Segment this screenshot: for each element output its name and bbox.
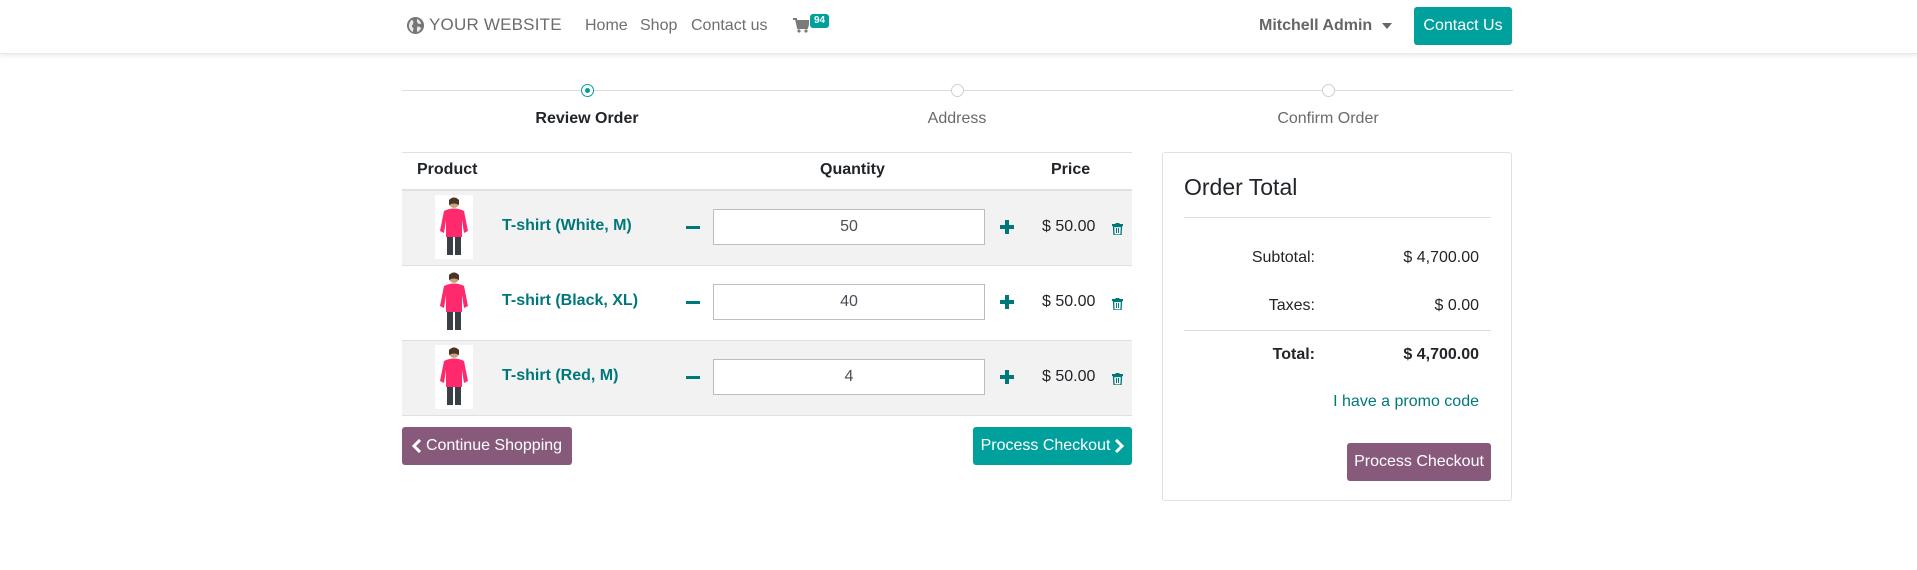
subtotal-label: Subtotal: [1251, 249, 1315, 266]
nav-link-contact[interactable]: Contact us [691, 17, 767, 35]
step-dot-review [581, 84, 594, 97]
total-value: $ 4,700.00 [1403, 346, 1479, 363]
taxes-value: $ 0.00 [1434, 297, 1479, 314]
cart-table: Product Quantity Price T-shirt (White, M… [402, 152, 1132, 416]
brand-logo[interactable]: YOUR WEBSITE [406, 15, 562, 35]
product-price: $ 50.00 [1042, 368, 1096, 385]
cart-count-badge: 94 [810, 14, 830, 28]
total-divider [1184, 330, 1491, 331]
nav-link-shop[interactable]: Shop [640, 17, 677, 35]
nav-link-home[interactable]: Home [585, 17, 628, 35]
user-menu[interactable]: Mitchell Admin [1259, 17, 1393, 35]
header-quantity: Quantity [820, 161, 885, 178]
taxes-label: Taxes: [1268, 297, 1315, 314]
tshirt-image [440, 272, 468, 330]
subtotal-value: $ 4,700.00 [1403, 249, 1479, 266]
header-price: Price [1051, 161, 1091, 178]
user-name: Mitchell Admin [1259, 17, 1373, 34]
trash-icon[interactable] [1112, 372, 1123, 390]
top-navbar: YOUR WEBSITE Home Shop Contact us 94 Mit… [0, 0, 1917, 54]
cart-table-header: Product Quantity Price [402, 152, 1132, 191]
increase-quantity-button[interactable] [1000, 220, 1014, 234]
quantity-input[interactable] [713, 209, 985, 245]
brand-name: YOUR WEBSITE [429, 15, 562, 34]
tshirt-image [440, 197, 468, 255]
header-product: Product [417, 161, 478, 178]
product-thumbnail[interactable] [435, 270, 473, 334]
card-divider [1184, 217, 1491, 218]
step-address[interactable]: Address [928, 110, 987, 128]
product-name-link[interactable]: T-shirt (Black, XL) [502, 292, 638, 310]
decrease-quantity-button[interactable] [686, 301, 700, 304]
continue-shopping-label: Continue Shopping [425, 437, 563, 454]
process-checkout-label: Process Checkout [980, 437, 1111, 454]
promo-code-link[interactable]: I have a promo code [1333, 393, 1479, 411]
product-thumbnail[interactable] [435, 195, 473, 259]
order-total-card: Order Total Subtotal: $ 4,700.00 Taxes: … [1162, 152, 1512, 501]
tshirt-image [440, 347, 468, 405]
trash-icon[interactable] [1112, 297, 1123, 315]
step-confirm-order[interactable]: Confirm Order [1277, 110, 1378, 128]
product-price: $ 50.00 [1042, 218, 1096, 235]
step-review-order: Review Order [535, 110, 639, 127]
process-checkout-button[interactable]: Process Checkout [973, 427, 1132, 465]
product-name-link[interactable]: T-shirt (White, M) [502, 217, 632, 235]
quantity-input[interactable] [713, 359, 985, 395]
cart-row: T-shirt (Black, XL) $ 50.00 [402, 266, 1132, 341]
product-price: $ 50.00 [1042, 293, 1096, 310]
cart-link[interactable] [793, 18, 811, 38]
shopping-cart-icon [793, 18, 811, 33]
increase-quantity-button[interactable] [1000, 295, 1014, 309]
cart-row: T-shirt (White, M) $ 50.00 [402, 191, 1132, 266]
decrease-quantity-button[interactable] [686, 376, 700, 379]
card-process-checkout-button[interactable]: Process Checkout [1347, 443, 1491, 481]
cart-row: T-shirt (Red, M) $ 50.00 [402, 341, 1132, 416]
quantity-input[interactable] [713, 284, 985, 320]
contact-us-button[interactable]: Contact Us [1414, 7, 1512, 45]
order-total-title: Order Total [1184, 174, 1298, 200]
increase-quantity-button[interactable] [1000, 370, 1014, 384]
caret-down-icon [1382, 23, 1393, 29]
step-dot-address [951, 84, 964, 97]
chevron-left-icon [411, 439, 421, 453]
continue-shopping-button[interactable]: Continue Shopping [402, 427, 572, 465]
decrease-quantity-button[interactable] [686, 226, 700, 229]
product-name-link[interactable]: T-shirt (Red, M) [502, 367, 618, 385]
chevron-right-icon [1115, 439, 1125, 453]
globe-icon [406, 16, 425, 34]
total-label: Total: [1272, 346, 1315, 363]
step-dot-confirm [1322, 84, 1335, 97]
trash-icon[interactable] [1112, 222, 1123, 240]
product-thumbnail[interactable] [435, 345, 473, 409]
